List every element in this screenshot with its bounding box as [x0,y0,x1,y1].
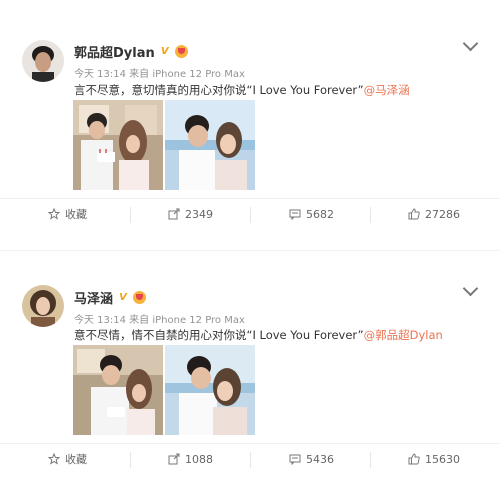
vip-crown-icon [133,291,147,304]
author-row: 郭品超Dylan V [74,42,188,61]
divider [370,207,371,223]
thumb-up-icon [408,453,420,465]
comment-count: 5436 [306,452,334,466]
verified-badge: V [160,45,169,57]
weibo-post: 马泽涵 V 今天 13:14 来自 iPhone 12 Pro Max 意不尽情… [0,250,500,500]
star-icon [48,208,60,220]
share-icon [168,208,180,220]
like-button[interactable]: 27286 [408,199,460,229]
verified-badge: V [119,291,127,303]
post-meta: 今天 13:14 来自 iPhone 12 Pro Max [74,69,245,80]
favorite-label: 收藏 [65,208,87,221]
weibo-post: 郭品超Dylan V 今天 13:14 来自 iPhone 12 Pro Max… [0,0,500,250]
star-icon [48,453,60,465]
comment-count: 5682 [306,207,334,221]
favorite-button[interactable]: 收藏 [48,199,87,229]
mention-link[interactable]: @郭品超Dylan [364,328,443,342]
username[interactable]: 郭品超Dylan [74,42,155,61]
avatar[interactable] [22,40,64,82]
author-row: 马泽涵 V [74,288,147,307]
divider [250,207,251,223]
post-meta: 今天 13:14 来自 iPhone 12 Pro Max [74,315,245,326]
favorite-button[interactable]: 收藏 [48,444,87,474]
share-icon [168,453,180,465]
post-text-body: 意不尽情，情不自禁的用心对你说“I Love You Forever” [74,328,364,342]
avatar[interactable] [22,285,64,327]
repost-button[interactable]: 2349 [168,199,213,229]
favorite-label: 收藏 [65,453,87,466]
repost-count: 1088 [185,452,213,466]
action-bar: 收藏 2349 5682 27286 [0,198,500,229]
mention-link[interactable]: @马泽涵 [364,83,410,97]
post-photo[interactable] [73,345,163,435]
divider [250,452,251,468]
comment-icon [289,209,301,220]
repost-button[interactable]: 1088 [168,444,213,474]
like-button[interactable]: 15630 [408,444,460,474]
post-text: 意不尽情，情不自禁的用心对你说“I Love You Forever”@郭品超D… [74,327,443,343]
vip-crown-icon [174,45,188,58]
chevron-down-icon[interactable] [462,280,479,297]
like-count: 27286 [425,207,460,221]
divider [130,452,131,468]
post-photo[interactable] [73,100,163,190]
divider [130,207,131,223]
post-photo[interactable] [165,345,255,435]
chevron-down-icon[interactable] [462,35,479,52]
thumb-up-icon [408,208,420,220]
comment-icon [289,454,301,465]
username[interactable]: 马泽涵 [74,288,113,307]
comment-button[interactable]: 5682 [289,199,334,229]
post-photo[interactable] [165,100,255,190]
comment-button[interactable]: 5436 [289,444,334,474]
post-text: 言不尽意，意切情真的用心对你说“I Love You Forever”@马泽涵 [74,82,410,98]
post-text-body: 言不尽意，意切情真的用心对你说“I Love You Forever” [74,83,364,97]
action-bar: 收藏 1088 5436 15630 [0,443,500,474]
like-count: 15630 [425,452,460,466]
repost-count: 2349 [185,207,213,221]
divider [370,452,371,468]
